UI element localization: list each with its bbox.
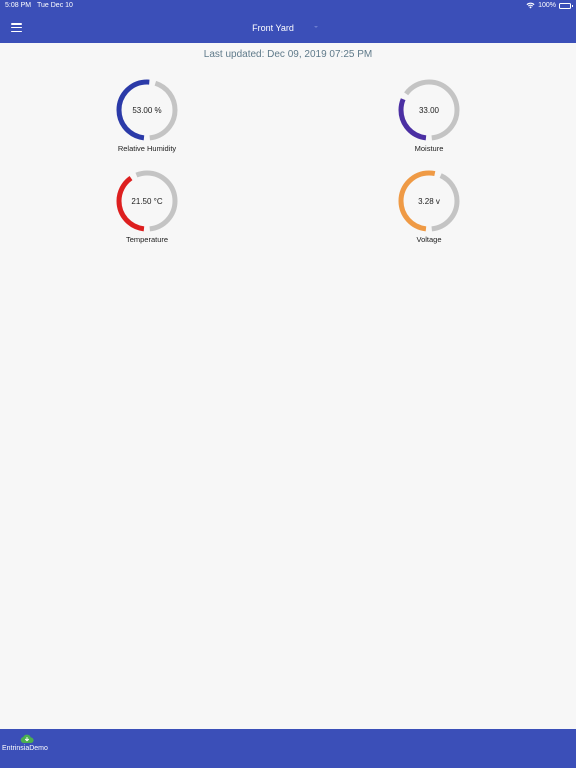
gauge-label: Moisture [414, 144, 444, 153]
wifi-icon [526, 2, 535, 9]
gauge-label: Temperature [125, 235, 169, 244]
app-screen: 5:08 PM Tue Dec 10 100% Front Yard Last … [0, 0, 576, 768]
gauge-value: 3.28 v [418, 197, 440, 206]
gauge-value: 21.50 °C [131, 197, 163, 206]
gauge-label: Voltage [416, 235, 442, 244]
top-app-bar: 5:08 PM Tue Dec 10 100% Front Yard [0, 0, 576, 43]
chevron-down-icon[interactable] [314, 26, 318, 28]
status-time: 5:08 PM [5, 2, 32, 9]
gauge-voltage: 3.28 v Voltage [389, 169, 469, 244]
status-bar: 5:08 PM Tue Dec 10 100% [0, 0, 576, 13]
tab-label: EntrinsiaDemo [2, 745, 48, 752]
gauge-value: 53.00 % [132, 106, 162, 115]
status-date: Tue Dec 10 [37, 2, 73, 9]
last-updated-text: Last updated: Dec 09, 2019 07:25 PM [203, 49, 373, 60]
battery-icon [559, 2, 573, 9]
gauge-value: 33.00 [418, 106, 440, 115]
battery-percent: 100% [538, 2, 556, 9]
cloud-download-icon [20, 734, 34, 743]
page-title[interactable]: Front Yard [0, 23, 546, 33]
gauge-relative-humidity: 53.00 % Relative Humidity [107, 78, 187, 153]
bottom-tab-bar: EntrinsiaDemo [0, 729, 576, 768]
tab-entrinsia-demo[interactable]: EntrinsiaDemo [0, 729, 54, 768]
gauge-moisture: 33.00 Moisture [389, 78, 469, 153]
gauge-label: Relative Humidity [117, 144, 177, 153]
gauge-temperature: 21.50 °C Temperature [107, 169, 187, 244]
status-right: 100% [526, 2, 573, 9]
